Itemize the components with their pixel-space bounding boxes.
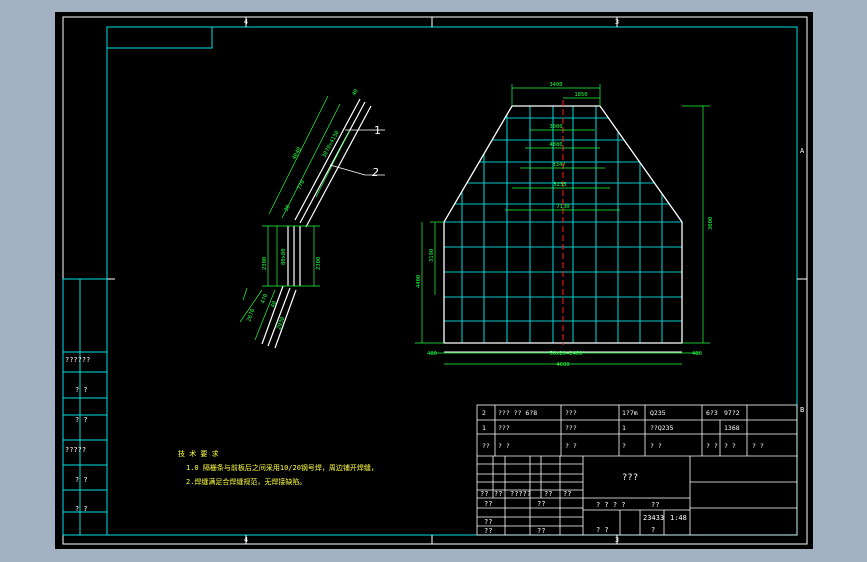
bom-cell: ??: [482, 442, 490, 450]
tb-left-4: ??: [544, 490, 552, 498]
tb-mid-3: ? ?: [596, 526, 609, 534]
bom-cell: 1: [482, 424, 486, 432]
bom-cell: ???: [565, 409, 577, 417]
tb-left-2: ??: [494, 490, 502, 498]
tech-notes-heading: 技 术 要 求: [178, 449, 219, 458]
bom-cell: 1368: [724, 424, 740, 432]
bom-cell: ?: [622, 442, 626, 450]
stamp-text-4: ?????: [65, 446, 86, 454]
drawing-sheet: [55, 12, 813, 549]
tb-left-3: ?????: [510, 490, 531, 498]
zone-marker-bottom-1: 4: [244, 536, 248, 544]
tb-right-2: 1:48: [670, 514, 687, 522]
tech-notes-line-1: 1.0 隔栅条与前板后之间采用10/20钢号焊，周边铺开焊缝，: [186, 463, 378, 472]
bom-cell: ? ?: [752, 442, 764, 450]
front-dim-4880: 4880: [549, 142, 562, 148]
zone-marker-right-2: B: [800, 406, 804, 414]
tb-lower-5: ??: [537, 527, 545, 535]
zone-marker-bottom-2: 3: [615, 536, 619, 544]
front-dim-400-left: 400: [427, 351, 437, 357]
bom-cell: Q235: [650, 409, 666, 417]
bom-cell: 2: [482, 409, 486, 417]
bom-cell: ? ?: [498, 442, 510, 450]
bom-cell: 6?3: [706, 409, 718, 417]
drawing-name: ???: [622, 473, 638, 483]
tb-mid-1: ? ? ? ?: [596, 501, 626, 509]
part-callout-2: 2: [372, 166, 379, 179]
tb-lower-2: ??: [537, 500, 545, 508]
side-dim-2300-right: 2300: [316, 257, 322, 270]
bom-cell: ???: [498, 424, 510, 432]
tb-right-1: 23433: [643, 514, 664, 522]
bom-cell: ? ?: [650, 442, 662, 450]
front-dim-3400: 3400: [549, 82, 562, 88]
bom-cell: 1: [622, 424, 626, 432]
tb-mid-4: ?: [651, 526, 655, 534]
bom-cell: ??? ?? 6?8: [498, 409, 537, 417]
bom-cell: ? ?: [706, 442, 718, 450]
front-dim-400-right: 400: [692, 351, 702, 357]
bom-cell: ??Q235: [650, 424, 674, 432]
cad-drawing-canvas: 4 3 4 3 A B ?????? ? ? ? ? ????? ? ? ? ?: [55, 12, 813, 549]
tb-lower-4: ??: [484, 527, 492, 535]
front-dim-5235: 5235: [553, 182, 566, 188]
tb-lower-1: ??: [484, 500, 492, 508]
stamp-text-5: ? ?: [75, 476, 88, 484]
front-dim-3000-inner: 3000: [549, 124, 562, 130]
tb-mid-2: ??: [651, 501, 659, 509]
side-dim-80x80: 80x80: [281, 248, 287, 265]
zone-marker-top-2: 3: [615, 18, 619, 26]
bom-cell: 1?7m: [622, 409, 638, 417]
bom-cell: 97?2: [724, 409, 740, 417]
front-dim-grid: 50x20=2400: [549, 351, 582, 357]
front-dim-1850: 1850: [574, 92, 587, 98]
side-dim-2300-left: 2300: [262, 257, 268, 270]
front-dim-3190: 3190: [429, 249, 435, 262]
tb-left-1: ??: [480, 490, 488, 498]
bom-cell: ? ?: [724, 442, 736, 450]
front-dim-3347: 3347: [552, 162, 565, 168]
tb-lower-3: ??: [484, 518, 492, 526]
front-dim-4600: 4600: [556, 362, 569, 368]
tech-notes-line-2: 2.焊缝满足合焊缝规范，无焊接缺陷。: [186, 477, 306, 486]
zone-marker-top-1: 4: [244, 18, 248, 26]
stamp-text-1: ??????: [65, 356, 90, 364]
part-callout-1: 1: [374, 124, 381, 137]
bom-cell: ???: [565, 424, 577, 432]
front-dim-7130: 7130: [556, 204, 569, 210]
front-dim-4400: 4400: [416, 275, 422, 288]
stamp-text-3: ? ?: [75, 416, 88, 424]
tb-left-5: ??: [563, 490, 571, 498]
stamp-text-2: ? ?: [75, 386, 88, 394]
front-dim-right: 3000: [708, 217, 714, 230]
stamp-text-6: ? ?: [75, 505, 88, 513]
bom-cell: ? ?: [565, 442, 577, 450]
